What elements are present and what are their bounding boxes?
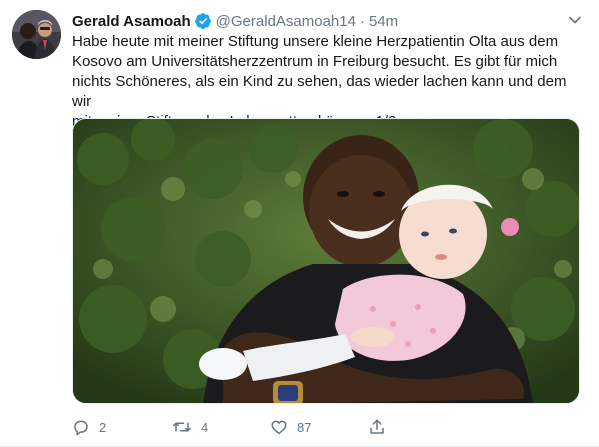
tweet-actions: 2 4 87 <box>72 416 452 438</box>
author-name[interactable]: Gerald Asamoah <box>72 13 191 30</box>
retweet-count: 4 <box>201 419 209 435</box>
retweet-button[interactable]: 4 <box>172 416 208 438</box>
tweet-photo[interactable] <box>72 118 580 404</box>
share-icon <box>370 419 384 434</box>
reply-icon <box>74 420 88 436</box>
verified-badge-icon <box>194 12 212 30</box>
tweet-text: Habe heute mit meiner Stiftung unsere kl… <box>72 33 567 130</box>
avatar[interactable] <box>12 10 61 59</box>
tweet-header: Gerald Asamoah @GeraldAsamoah14 · 54m <box>72 11 398 31</box>
timestamp[interactable]: 54m <box>369 13 398 30</box>
retweet-icon <box>173 422 191 432</box>
reply-button[interactable]: 2 <box>72 416 106 438</box>
author-handle[interactable]: @GeraldAsamoah14 <box>216 13 356 30</box>
like-count: 87 <box>297 419 312 435</box>
separator-dot: · <box>359 12 365 30</box>
tweet-card[interactable]: Gerald Asamoah @GeraldAsamoah14 · 54m Ha… <box>0 0 599 447</box>
reply-count: 2 <box>99 419 107 435</box>
chevron-down-icon[interactable] <box>567 12 583 28</box>
like-button[interactable]: 87 <box>270 416 311 438</box>
heart-icon <box>271 420 287 435</box>
share-button[interactable] <box>368 416 395 438</box>
